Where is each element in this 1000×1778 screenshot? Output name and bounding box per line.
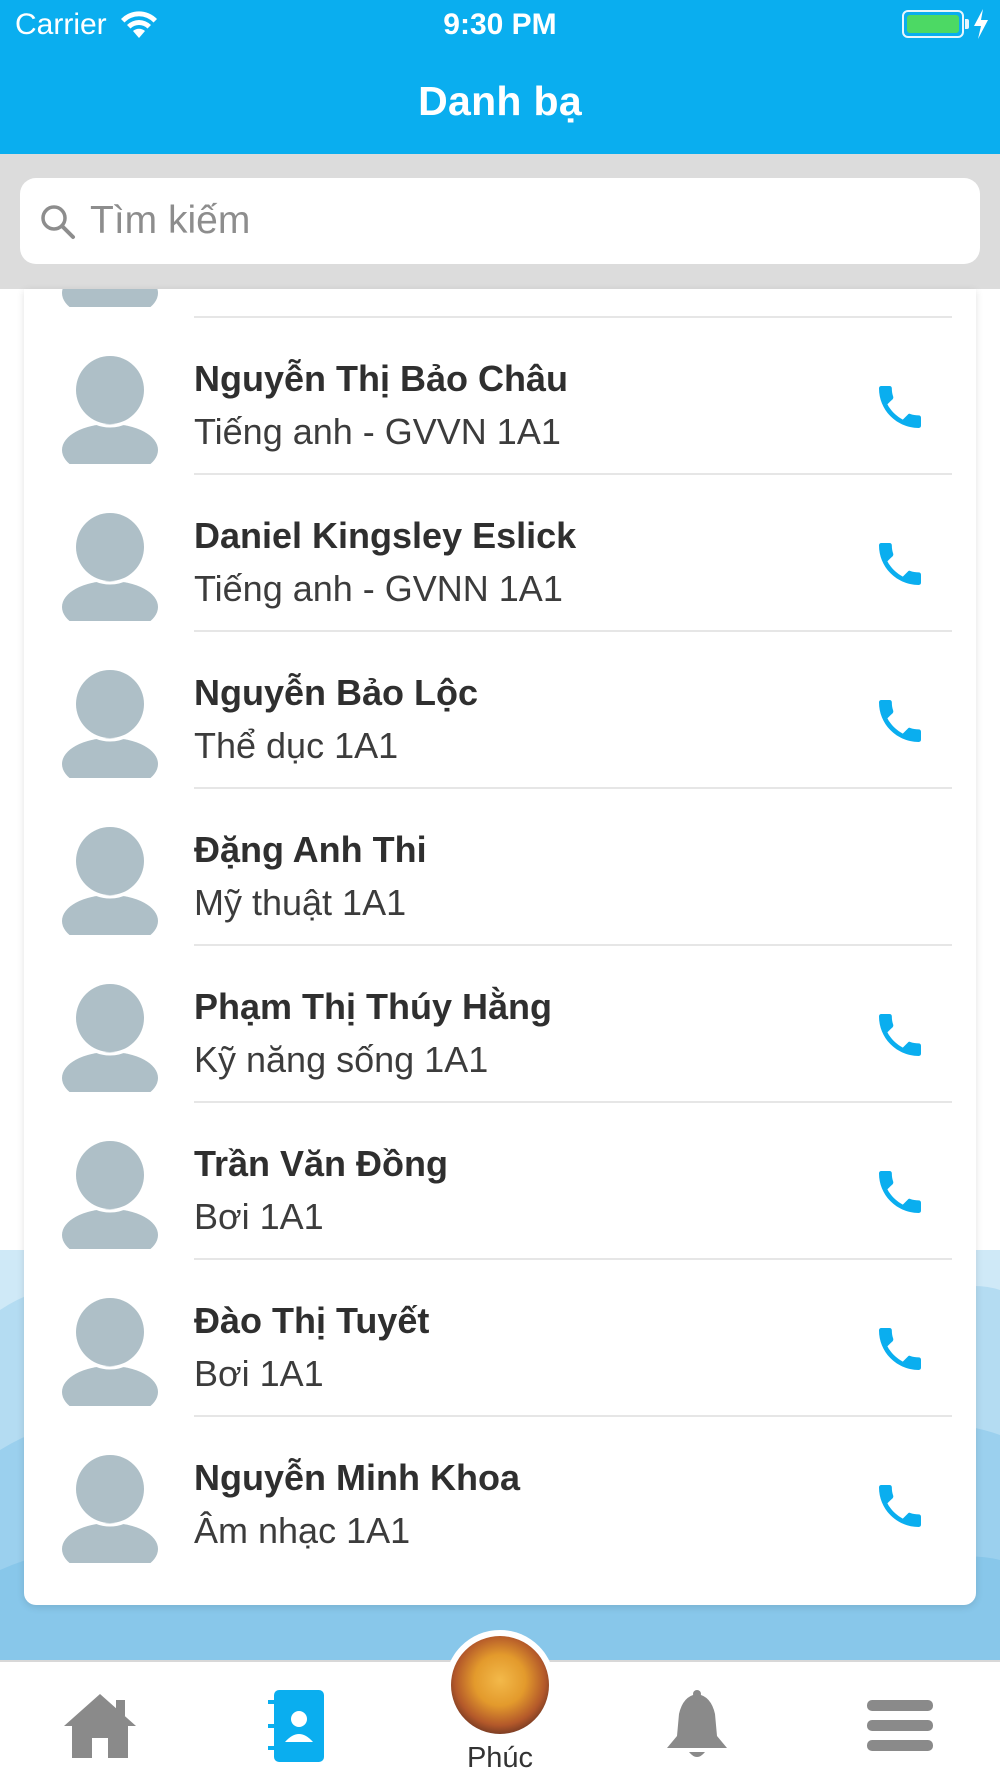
avatar-placeholder-icon — [62, 1294, 158, 1406]
contacts-icon[interactable] — [258, 1686, 338, 1766]
avatar-placeholder-icon — [62, 289, 158, 307]
charging-bolt-icon — [974, 9, 988, 39]
list-item[interactable]: Toán 1A1 — [24, 289, 976, 318]
avatar-placeholder-icon — [62, 666, 158, 778]
battery-icon — [902, 10, 964, 38]
contact-name: Nguyễn Minh Khoa — [194, 1457, 520, 1498]
profile-avatar[interactable] — [445, 1630, 555, 1740]
avatar-placeholder-icon — [62, 509, 158, 621]
search-area — [0, 154, 1000, 289]
avatar-placeholder-icon — [62, 1137, 158, 1249]
phone-icon[interactable] — [872, 379, 928, 435]
list-item[interactable]: Trần Văn Đồng Bơi 1A1 — [24, 1103, 976, 1260]
contact-role: Kỹ năng sống 1A1 — [194, 1039, 489, 1080]
bell-icon[interactable] — [657, 1686, 737, 1766]
page-title: Danh bạ — [418, 78, 582, 124]
home-icon[interactable] — [60, 1686, 140, 1766]
contact-list: Toán 1A1 Nguyễn Thị Bảo Châu Tiếng anh -… — [24, 289, 976, 1574]
list-item[interactable]: Phạm Thị Thúy Hằng Kỹ năng sống 1A1 — [24, 946, 976, 1103]
list-item[interactable]: Nguyễn Bảo Lộc Thể dục 1A1 — [24, 632, 976, 789]
contact-name: Phạm Thị Thúy Hằng — [194, 986, 553, 1027]
contact-role: Âm nhạc 1A1 — [194, 1510, 411, 1551]
profile-name[interactable]: Phúc — [400, 1742, 600, 1775]
contact-name: Daniel Kingsley Eslick — [194, 515, 577, 556]
list-item[interactable]: Nguyễn Thị Bảo Châu Tiếng anh - GVVN 1A1 — [24, 318, 976, 475]
search-box[interactable] — [20, 178, 980, 264]
list-item[interactable]: Đào Thị Tuyết Bơi 1A1 — [24, 1260, 976, 1417]
contact-role: Mỹ thuật 1A1 — [194, 882, 407, 923]
avatar-placeholder-icon — [62, 1451, 158, 1563]
avatar-placeholder-icon — [62, 823, 158, 935]
menu-icon[interactable] — [859, 1686, 939, 1766]
phone-icon[interactable] — [872, 1164, 928, 1220]
list-item[interactable]: Daniel Kingsley Eslick Tiếng anh - GVNN … — [24, 475, 976, 632]
list-item[interactable]: Nguyễn Minh Khoa Âm nhạc 1A1 — [24, 1417, 976, 1574]
avatar-placeholder-icon — [62, 980, 158, 1092]
contact-name: Trần Văn Đồng — [194, 1143, 449, 1184]
battery-cap — [965, 19, 969, 29]
contact-role: Thể dục 1A1 — [194, 725, 399, 766]
phone-icon[interactable] — [872, 536, 928, 592]
status-time: 9:30 PM — [443, 8, 557, 41]
contact-name: Nguyễn Thị Bảo Châu — [194, 358, 569, 399]
contact-name: Đào Thị Tuyết — [194, 1300, 430, 1341]
profile-photo — [451, 1636, 549, 1734]
contact-name: Đặng Anh Thi — [194, 829, 427, 870]
contact-name: Nguyễn Bảo Lộc — [194, 672, 479, 713]
contact-role: Bơi 1A1 — [194, 1353, 324, 1394]
search-icon — [41, 205, 75, 239]
phone-icon[interactable] — [872, 1478, 928, 1534]
phone-icon[interactable] — [872, 693, 928, 749]
app-header: Carrier 9:30 PM Danh bạ — [0, 0, 1000, 154]
contact-role: Tiếng anh - GVNN 1A1 — [194, 568, 563, 609]
search-input[interactable] — [90, 178, 950, 264]
avatar-placeholder-icon — [62, 352, 158, 464]
contact-list-card: Toán 1A1 Nguyễn Thị Bảo Châu Tiếng anh -… — [24, 289, 976, 1605]
list-item[interactable]: Đặng Anh Thi Mỹ thuật 1A1 — [24, 789, 976, 946]
status-bar: Carrier 9:30 PM — [0, 0, 1000, 52]
contact-role: Toán 1A1 — [194, 289, 346, 296]
contact-role: Bơi 1A1 — [194, 1196, 324, 1237]
phone-icon[interactable] — [872, 1007, 928, 1063]
contact-role: Tiếng anh - GVVN 1A1 — [194, 411, 561, 452]
phone-icon[interactable] — [872, 1321, 928, 1377]
